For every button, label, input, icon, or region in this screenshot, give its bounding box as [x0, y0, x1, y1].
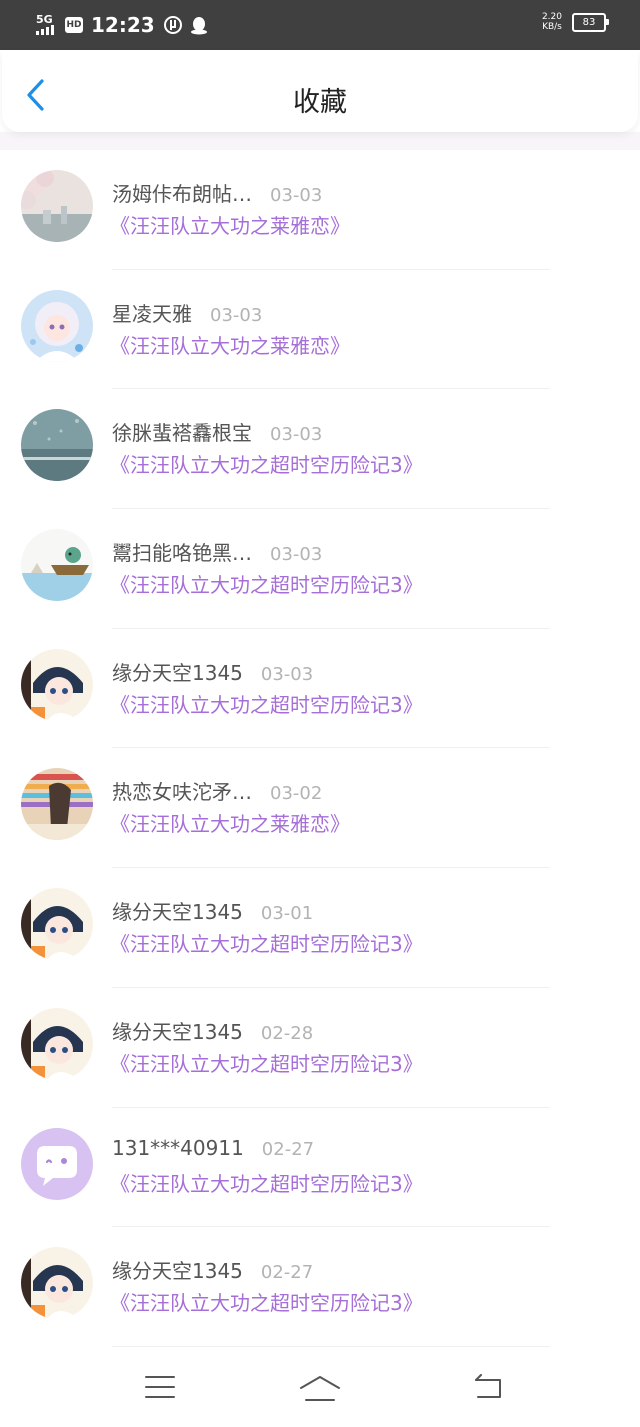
avatar-rainy-sea-image — [21, 409, 93, 482]
item-username: 汤姆佧布朗帖… — [112, 182, 252, 206]
item-book-title[interactable]: 《汪汪队立大功之超时空历险记3》 — [110, 1287, 423, 1316]
battery-level: 83 — [582, 16, 596, 28]
list-item[interactable]: 缘分天空1345 03-01 《汪汪队立大功之超时空历险记3》 — [0, 868, 640, 988]
favorites-list: 汤姆佧布朗帖… 03-03 《汪汪队立大功之莱雅恋》 星凌天雅 03-03 《汪… — [0, 150, 640, 1347]
home-icon[interactable] — [298, 1374, 342, 1402]
item-username: 缘分天空1345 — [112, 1259, 243, 1284]
avatar[interactable] — [21, 888, 93, 961]
item-book-title[interactable]: 《汪汪队立大功之超时空历险记3》 — [110, 928, 423, 957]
network-speed: 2.20 KB/s — [542, 12, 562, 32]
item-date: 03-03 — [260, 663, 314, 685]
battery-icon: 83 — [572, 12, 609, 32]
avatar-cherry-blossom-image — [21, 170, 93, 242]
menu-icon[interactable] — [144, 1374, 176, 1400]
network-label: 5G — [36, 13, 53, 26]
item-book-title[interactable]: 《汪汪队立大功之超时空历险记3》 — [110, 569, 423, 598]
item-date: 02-27 — [260, 1262, 314, 1284]
item-date: 03-03 — [270, 424, 323, 446]
avatar[interactable] — [21, 648, 93, 721]
item-date: 03-03 — [210, 304, 263, 326]
qq-penguin-icon — [190, 17, 207, 35]
avatar-stripes-photo-image — [21, 768, 93, 841]
item-date: 03-03 — [270, 544, 323, 566]
list-item[interactable]: 鬻扫能咯铯黑… 03-03 《汪汪队立大功之超时空历险记3》 — [0, 509, 640, 629]
network-indicator: 5G — [36, 13, 62, 35]
item-username: 徐脒蜚褡馫根宝 — [112, 421, 252, 446]
clock: 12:23 — [91, 13, 155, 37]
avatar[interactable] — [21, 1247, 93, 1320]
page-title: 收藏 — [293, 87, 347, 118]
status-bar: 5G HD 12:23 2.20 KB/s 83 — [0, 0, 640, 50]
item-username: 缘分天空1345 — [112, 660, 243, 685]
avatar[interactable] — [21, 529, 93, 602]
item-book-title[interactable]: 《汪汪队立大功之莱雅恋》 — [110, 330, 350, 359]
item-book-title[interactable]: 《汪汪队立大功之莱雅恋》 — [110, 210, 350, 239]
avatar[interactable] — [21, 409, 93, 482]
item-date: 03-02 — [270, 783, 323, 805]
item-date: 02-27 — [261, 1138, 315, 1160]
avatar[interactable] — [21, 289, 93, 362]
item-username: 热恋女呋沱矛… — [112, 780, 252, 805]
speed-unit: KB/s — [542, 22, 562, 32]
avatar-anime-boy-image — [21, 1007, 93, 1080]
avatar-anime-boy-image — [21, 888, 93, 961]
item-date: 02-28 — [260, 1022, 314, 1044]
data-saver-icon — [163, 16, 182, 34]
item-username: 鬻扫能咯铯黑… — [112, 541, 252, 566]
item-book-title[interactable]: 《汪汪队立大功之超时空历险记3》 — [110, 1168, 423, 1197]
list-item[interactable]: 缘分天空1345 02-27 《汪汪队立大功之超时空历险记3》 — [0, 1227, 640, 1347]
header-divider — [0, 132, 640, 150]
list-item[interactable]: 星凌天雅 03-03 《汪汪队立大功之莱雅恋》 — [0, 270, 640, 390]
avatar[interactable] — [21, 170, 93, 242]
list-item[interactable]: 131***40911 02-27 《汪汪队立大功之超时空历险记3》 — [0, 1108, 640, 1228]
item-book-title[interactable]: 《汪汪队立大功之超时空历险记3》 — [110, 449, 423, 478]
avatar-anime-boy-image — [21, 648, 93, 721]
avatar-boat-image — [21, 529, 93, 602]
item-date: 03-01 — [260, 903, 314, 925]
item-username: 缘分天空1345 — [112, 900, 243, 925]
item-book-title[interactable]: 《汪汪队立大功之超时空历险记3》 — [110, 689, 423, 718]
item-username: 缘分天空1345 — [112, 1019, 243, 1044]
list-item[interactable]: 热恋女呋沱矛… 03-02 《汪汪队立大功之莱雅恋》 — [0, 748, 640, 868]
list-item[interactable]: 缘分天空1345 02-28 《汪汪队立大功之超时空历险记3》 — [0, 988, 640, 1108]
hd-badge: HD — [65, 17, 83, 33]
item-username: 131***40911 — [112, 1135, 244, 1160]
avatar-anime-boy-image — [21, 1247, 93, 1320]
list-item[interactable]: 徐脒蜚褡馫根宝 03-03 《汪汪队立大功之超时空历险记3》 — [0, 389, 640, 509]
avatar-anime-girl-image — [21, 289, 93, 362]
back-icon[interactable] — [472, 1374, 504, 1400]
signal-icon — [36, 25, 54, 35]
default-avatar-chat-icon — [21, 1127, 93, 1200]
item-date: 03-03 — [270, 185, 323, 206]
page-header: 收藏 — [2, 50, 638, 132]
list-item[interactable]: 缘分天空1345 03-03 《汪汪队立大功之超时空历险记3》 — [0, 629, 640, 749]
avatar[interactable] — [21, 1127, 93, 1200]
item-username: 星凌天雅 — [112, 301, 192, 326]
item-book-title[interactable]: 《汪汪队立大功之超时空历险记3》 — [110, 1048, 423, 1077]
speed-value: 2.20 — [541, 12, 562, 22]
list-item[interactable]: 汤姆佧布朗帖… 03-03 《汪汪队立大功之莱雅恋》 — [0, 150, 640, 270]
item-book-title[interactable]: 《汪汪队立大功之莱雅恋》 — [110, 808, 350, 837]
avatar[interactable] — [21, 768, 93, 841]
avatar[interactable] — [21, 1007, 93, 1080]
system-navigation-bar — [0, 1350, 640, 1427]
